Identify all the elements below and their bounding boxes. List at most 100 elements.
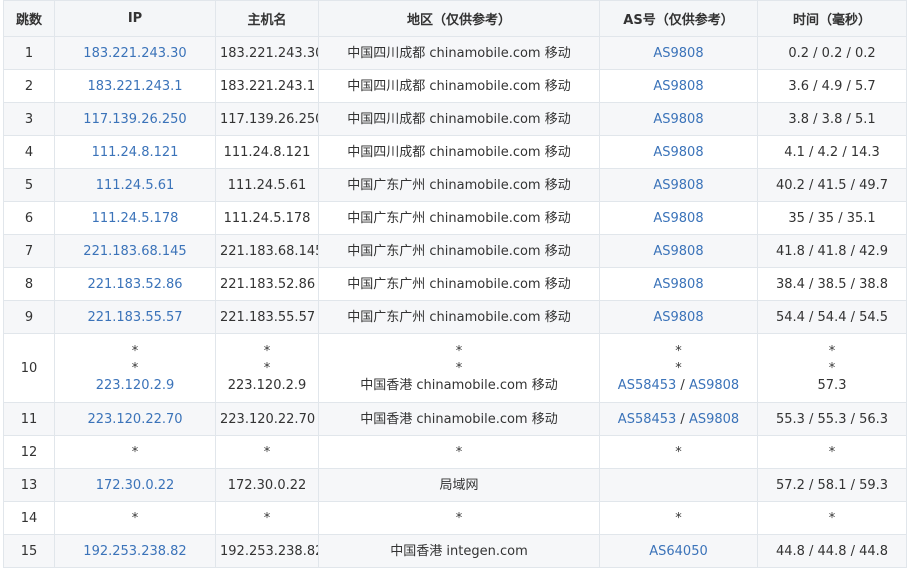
ip-cell: 221.183.52.86 — [54, 267, 216, 301]
ip-cell-line[interactable]: 111.24.5.178 — [59, 210, 211, 227]
ip-cell-line[interactable]: 192.253.238.82 — [59, 543, 211, 560]
time-cell: 38.4 / 38.5 / 38.8 — [757, 267, 907, 301]
hop-cell: 14 — [3, 501, 55, 535]
as-link[interactable]: AS58453 — [618, 378, 677, 393]
host-cell-line: * — [263, 444, 271, 460]
as-link[interactable]: AS9808 — [653, 277, 703, 292]
ip-link[interactable]: 223.120.2.9 — [96, 378, 175, 393]
region-cell-line: 中国香港 chinamobile.com 移动 — [360, 411, 558, 427]
as-cell: AS9808 — [599, 69, 758, 103]
table-row: 15 192.253.238.82 192.253.238.82 中国香港 integ… — [3, 534, 907, 568]
ip-cell-line[interactable]: 172.30.0.22 — [59, 477, 211, 494]
as-link[interactable]: AS9808 — [653, 244, 703, 259]
host-cell-line: 223.120.22.70 — [220, 411, 316, 427]
as-cell: AS9808 — [599, 300, 758, 334]
as-empty: * — [675, 510, 682, 526]
region-cell-line: 中国香港 chinamobile.com 移动 — [360, 377, 558, 393]
region-cell: 中国四川成都 chinamobile.com 移动 — [318, 135, 600, 169]
ip-link[interactable]: 221.183.55.57 — [87, 310, 182, 325]
host-cell-line: * — [263, 360, 271, 376]
region-cell-line: * — [455, 444, 463, 460]
ip-cell-line[interactable]: 221.183.52.86 — [59, 276, 211, 293]
as-separator: / — [676, 411, 689, 427]
table-row: 12 * * * * * — [3, 435, 907, 469]
ip-cell-line[interactable]: 183.221.243.30 — [59, 45, 211, 62]
as-link[interactable]: AS9808 — [653, 79, 703, 94]
ip-cell-line: * — [131, 444, 139, 460]
ip-cell: 183.221.243.1 — [54, 69, 216, 103]
table-row: 10 * * 223.120.2.9 * * 223.120.2.9 * * 中国香港 china… — [3, 333, 907, 403]
ip-cell-line[interactable]: 117.139.26.250 — [59, 111, 211, 128]
ip-cell-line[interactable]: 183.221.243.1 — [59, 78, 211, 95]
ip-link[interactable]: 111.24.5.61 — [96, 178, 175, 193]
hop-cell: 12 — [3, 435, 55, 469]
ip-link[interactable]: 192.253.238.82 — [83, 544, 186, 559]
ip-link[interactable]: 221.183.68.145 — [83, 244, 186, 259]
region-cell: 中国四川成都 chinamobile.com 移动 — [318, 69, 600, 103]
as-separator: / — [676, 377, 689, 393]
table-row: 9 221.183.55.57 221.183.55.57 中国广东广州 chinam… — [3, 300, 907, 334]
table-row: 14 * * * * * — [3, 501, 907, 535]
time-cell-line: * — [828, 444, 836, 460]
hop-cell: 5 — [3, 168, 55, 202]
table-header: 跳数 IP 主机名 地区（仅供参考） AS号（仅供参考） 时间（毫秒） — [3, 0, 907, 37]
ip-cell-line[interactable]: 221.183.55.57 — [59, 309, 211, 326]
region-cell: 中国广东广州 chinamobile.com 移动 — [318, 168, 600, 202]
ip-link[interactable]: 223.120.22.70 — [87, 412, 182, 427]
time-cell: 55.3 / 55.3 / 56.3 — [757, 402, 907, 436]
host-cell-line: 221.183.52.86 — [220, 276, 316, 292]
ip-cell-line[interactable]: 111.24.5.61 — [59, 177, 211, 194]
table-row: 8 221.183.52.86 221.183.52.86 中国广东广州 chinam… — [3, 267, 907, 301]
ip-cell-line[interactable]: 223.120.2.9 — [59, 377, 211, 394]
as-empty: * — [675, 360, 682, 376]
table-row: 7 221.183.68.145 221.183.68.145 中国广东广州 chin… — [3, 234, 907, 268]
time-cell: 3.8 / 3.8 / 5.1 — [757, 102, 907, 136]
as-link[interactable]: AS9808 — [653, 211, 703, 226]
host-cell-line: * — [263, 510, 271, 526]
as-link[interactable]: AS9808 — [689, 378, 739, 393]
as-cell-line: AS9808 — [604, 111, 753, 128]
host-cell: * — [215, 501, 319, 535]
as-cell-line: AS9808 — [604, 45, 753, 62]
ip-cell-line[interactable]: 221.183.68.145 — [59, 243, 211, 260]
as-cell: AS9808 — [599, 201, 758, 235]
hop-cell: 15 — [3, 534, 55, 568]
as-link[interactable]: AS64050 — [649, 544, 708, 559]
time-cell: 57.2 / 58.1 / 59.3 — [757, 468, 907, 502]
ip-link[interactable]: 183.221.243.30 — [83, 46, 186, 61]
host-cell-line: 221.183.55.57 — [220, 309, 316, 325]
as-link[interactable]: AS9808 — [689, 412, 739, 427]
as-cell: AS9808 — [599, 135, 758, 169]
header-hop: 跳数 — [3, 0, 55, 37]
as-cell-line: * — [604, 444, 753, 461]
as-link[interactable]: AS58453 — [618, 412, 677, 427]
region-cell: * — [318, 501, 600, 535]
ip-link[interactable]: 183.221.243.1 — [87, 79, 182, 94]
table-row: 3 117.139.26.250 117.139.26.250 中国四川成都 chin… — [3, 102, 907, 136]
as-link[interactable]: AS9808 — [653, 112, 703, 127]
region-cell-line: 中国四川成都 chinamobile.com 移动 — [347, 78, 571, 94]
ip-link[interactable]: 172.30.0.22 — [96, 478, 175, 493]
ip-link[interactable]: 221.183.52.86 — [87, 277, 182, 292]
ip-cell-line[interactable]: 111.24.8.121 — [59, 144, 211, 161]
as-link[interactable]: AS9808 — [653, 178, 703, 193]
time-cell: * — [757, 435, 907, 469]
ip-cell-line[interactable]: 223.120.22.70 — [59, 411, 211, 428]
ip-link[interactable]: 111.24.5.178 — [92, 211, 179, 226]
ip-cell: * — [54, 501, 216, 535]
time-cell-line: 0.2 / 0.2 / 0.2 — [788, 45, 876, 61]
ip-link[interactable]: 117.139.26.250 — [83, 112, 186, 127]
ip-cell-line: * — [131, 510, 139, 526]
as-cell: AS64050 — [599, 534, 758, 568]
as-link[interactable]: AS9808 — [653, 46, 703, 61]
time-cell-line: 40.2 / 41.5 / 49.7 — [775, 177, 889, 193]
table-row: 1 183.221.243.30 183.221.243.30 中国四川成都 chin… — [3, 36, 907, 70]
ip-link[interactable]: 111.24.8.121 — [92, 145, 179, 160]
ip-cell: 111.24.5.178 — [54, 201, 216, 235]
time-cell: 4.1 / 4.2 / 14.3 — [757, 135, 907, 169]
as-link[interactable]: AS9808 — [653, 145, 703, 160]
hop-cell: 11 — [3, 402, 55, 436]
as-cell-line: * — [604, 360, 753, 377]
as-link[interactable]: AS9808 — [653, 310, 703, 325]
ip-cell: * * 223.120.2.9 — [54, 333, 216, 403]
